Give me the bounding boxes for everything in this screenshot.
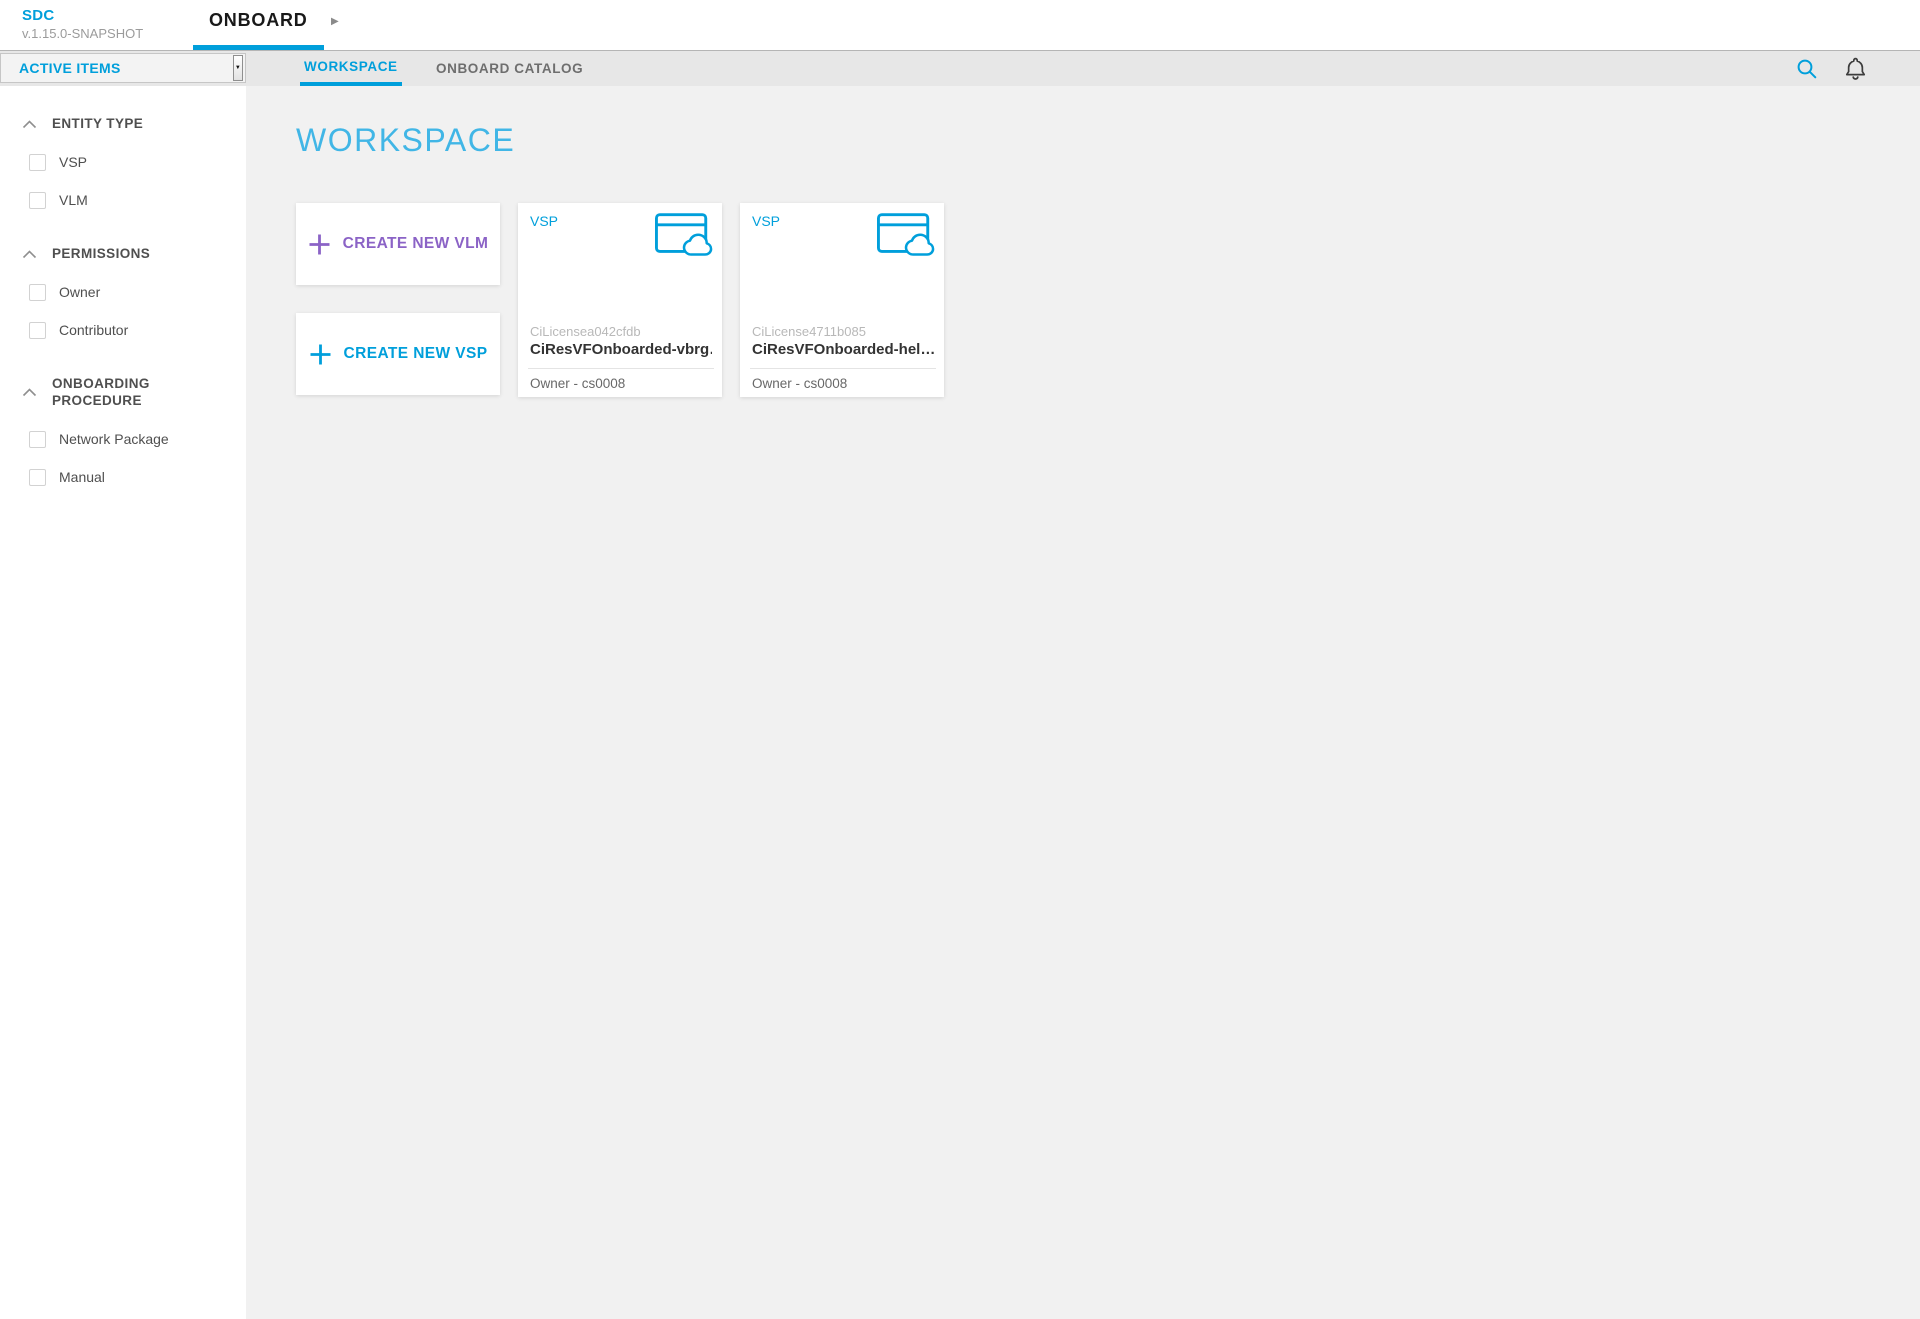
active-items-label: ACTIVE ITEMS — [19, 60, 121, 76]
cards-grid: CREATE NEW VLM CREATE NEW VSP VSP CiLice… — [296, 203, 1920, 397]
checkbox-owner[interactable] — [29, 284, 46, 301]
sdc-logo[interactable]: SDC v.1.15.0-SNAPSHOT — [22, 7, 143, 42]
card-permission-text: Owner - cs0008 — [752, 376, 847, 391]
vsp-card[interactable]: VSP CiLicense4711b085 CiResVFOnboarded-h… — [740, 203, 944, 397]
sdc-logo-text: SDC — [22, 7, 143, 25]
checkbox-manual[interactable] — [29, 469, 46, 486]
filter-option-network-package[interactable]: Network Package — [22, 431, 246, 448]
filter-option-vlm[interactable]: VLM — [22, 192, 246, 209]
create-new-vlm-button[interactable]: CREATE NEW VLM — [296, 203, 500, 285]
tab-onboard-catalog-label: ONBOARD CATALOG — [436, 61, 583, 76]
filter-option-contributor[interactable]: Contributor — [22, 322, 246, 339]
page-title: WORKSPACE — [296, 122, 1920, 159]
filter-option-label: Network Package — [59, 431, 169, 447]
checkbox-vsp[interactable] — [29, 154, 46, 171]
app-version: v.1.15.0-SNAPSHOT — [22, 26, 143, 42]
filter-option-label: Contributor — [59, 322, 128, 338]
checkbox-network-package[interactable] — [29, 431, 46, 448]
vsp-software-product-icon — [877, 213, 935, 261]
nav-tab-onboard-label: ONBOARD — [209, 10, 308, 31]
filter-section-permissions: PERMISSIONS Owner Contributor — [0, 246, 246, 339]
create-new-vsp-label: CREATE NEW VSP — [344, 345, 488, 363]
filter-section-permissions-header[interactable]: PERMISSIONS — [22, 246, 246, 263]
card-item-name: CiResVFOnboarded-hel… — [752, 341, 934, 358]
filter-option-owner[interactable]: Owner — [22, 284, 246, 301]
app-header: SDC v.1.15.0-SNAPSHOT ONBOARD ▶ — [0, 0, 1920, 50]
vsp-software-product-icon — [655, 213, 713, 261]
filters-sidebar: ENTITY TYPE VSP VLM PERMISSIONS Owner Co… — [0, 86, 246, 1319]
secondary-toolbar: ACTIVE ITEMS ▼ WORKSPACE ONBOARD CATALOG — [0, 50, 1920, 86]
search-button[interactable] — [1796, 58, 1818, 80]
chevron-up-icon — [22, 120, 37, 129]
plus-icon — [309, 343, 332, 366]
create-buttons-column: CREATE NEW VLM CREATE NEW VSP — [296, 203, 500, 395]
filter-option-label: VSP — [59, 154, 87, 170]
card-vendor-name: CiLicensea042cfdb — [530, 324, 712, 339]
search-icon — [1796, 58, 1818, 80]
filter-option-label: Manual — [59, 469, 105, 485]
card-item-name: CiResVFOnboarded-vbrg… — [530, 341, 712, 358]
chevron-up-icon — [22, 388, 37, 397]
tab-workspace-label: WORKSPACE — [304, 59, 398, 74]
nav-tab-onboard[interactable]: ONBOARD — [193, 0, 324, 50]
filter-section-title: PERMISSIONS — [52, 246, 150, 263]
nav-expand-arrow-icon[interactable]: ▶ — [331, 16, 339, 27]
checkbox-vlm[interactable] — [29, 192, 46, 209]
workspace-panel: WORKSPACE CREATE NEW VLM CREATE NEW VSP … — [246, 86, 1920, 1319]
filter-section-title: ENTITY TYPE — [52, 116, 143, 133]
filter-section-entity-type-header[interactable]: ENTITY TYPE — [22, 116, 246, 133]
filter-section-onboarding-procedure-header[interactable]: ONBOARDING PROCEDURE — [22, 376, 246, 410]
filter-section-title: ONBOARDING PROCEDURE — [52, 376, 200, 410]
bell-icon — [1843, 55, 1868, 82]
tab-workspace[interactable]: WORKSPACE — [300, 51, 402, 86]
filter-option-label: VLM — [59, 192, 88, 208]
create-new-vsp-button[interactable]: CREATE NEW VSP — [296, 313, 500, 395]
dropdown-handle[interactable]: ▼ — [233, 55, 243, 81]
checkbox-contributor[interactable] — [29, 322, 46, 339]
filter-option-label: Owner — [59, 284, 100, 300]
chevron-up-icon — [22, 250, 37, 259]
filter-section-onboarding-procedure: ONBOARDING PROCEDURE Network Package Man… — [0, 376, 246, 486]
create-new-vlm-label: CREATE NEW VLM — [343, 235, 489, 253]
filter-option-vsp[interactable]: VSP — [22, 154, 246, 171]
vsp-card[interactable]: VSP CiLicensea042cfdb CiResVFOnboarded-v… — [518, 203, 722, 397]
plus-icon — [308, 233, 331, 256]
filter-section-entity-type: ENTITY TYPE VSP VLM — [0, 116, 246, 209]
chevron-down-icon: ▼ — [235, 65, 241, 71]
tab-onboard-catalog[interactable]: ONBOARD CATALOG — [432, 51, 587, 86]
notifications-button[interactable] — [1843, 55, 1868, 82]
card-vendor-name: CiLicense4711b085 — [752, 324, 934, 339]
filter-option-manual[interactable]: Manual — [22, 469, 246, 486]
card-permission-text: Owner - cs0008 — [530, 376, 625, 391]
card-divider — [528, 368, 714, 369]
card-divider — [750, 368, 936, 369]
active-items-dropdown[interactable]: ACTIVE ITEMS ▼ — [0, 53, 246, 83]
